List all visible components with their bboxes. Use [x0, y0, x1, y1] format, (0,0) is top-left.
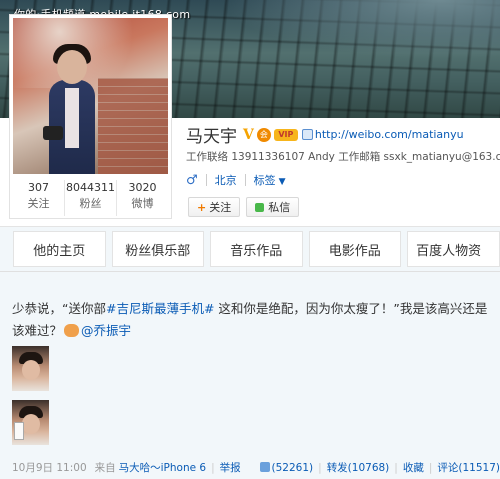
- mention-link[interactable]: @乔振宇: [81, 323, 131, 338]
- member-badge-icon[interactable]: 会: [256, 127, 271, 142]
- like-button[interactable]: (52261): [259, 461, 314, 474]
- location-link[interactable]: 北京: [215, 172, 237, 188]
- follow-button[interactable]: + 关注: [188, 197, 241, 217]
- profile-name: 马天宇: [186, 127, 237, 147]
- stat-posts-label: 微博: [131, 197, 154, 210]
- comment-button[interactable]: 评论(11517): [437, 460, 500, 475]
- tags-label: 标签: [253, 174, 276, 187]
- divider: |: [394, 461, 398, 474]
- profile-contact: 工作联络 13911336107 Andy 工作邮箱 ssxk_matianyu…: [186, 151, 500, 163]
- verified-icon[interactable]: V: [243, 127, 254, 143]
- tab-baidu-profile[interactable]: 百度人物资: [407, 231, 500, 267]
- emoji-icon: [64, 324, 80, 337]
- phone-icon: [14, 422, 24, 440]
- tab-music[interactable]: 音乐作品: [210, 231, 303, 267]
- post-image-thumbnail[interactable]: [12, 346, 49, 391]
- message-button[interactable]: 私信: [246, 197, 300, 217]
- post-source[interactable]: 马大哈～iPhone 6: [119, 460, 206, 475]
- profile-url-link[interactable]: http://weibo.com/matianyu: [315, 128, 464, 141]
- follow-label: 关注: [209, 201, 232, 214]
- profile-header: 马天宇 V 会 VIP http://weibo.com/matianyu: [186, 122, 464, 148]
- divider: [205, 174, 207, 186]
- stat-posts-count: 3020: [128, 181, 157, 194]
- plus-icon: +: [197, 200, 207, 214]
- post-date[interactable]: 10月9日 11:00: [12, 460, 87, 475]
- vip-badge-icon[interactable]: VIP: [273, 128, 298, 141]
- tab-fan-club[interactable]: 粉丝俱乐部: [111, 231, 205, 267]
- stat-followers[interactable]: 8044311 粉丝: [65, 180, 117, 216]
- repost-button[interactable]: 转发(10768): [327, 460, 390, 475]
- stat-followers-label: 粉丝: [79, 197, 102, 210]
- link-icon: [301, 129, 313, 140]
- male-icon: ♂: [186, 172, 198, 188]
- topic-link[interactable]: #吉尼斯最薄手机#: [106, 301, 214, 316]
- tags-dropdown[interactable]: 标签 ▼: [254, 172, 286, 188]
- divider: [244, 174, 246, 186]
- camera-icon: [43, 126, 63, 140]
- message-label: 私信: [268, 201, 291, 214]
- avatar-card: 307 关注 8044311 粉丝 3020 微博: [9, 14, 172, 219]
- post-footer: 10月9日 11:00 来自 马大哈～iPhone 6 | 举报 (52261)…: [12, 460, 500, 475]
- divider: |: [211, 461, 215, 474]
- profile-meta: ♂ 北京 标签 ▼: [186, 172, 294, 188]
- message-icon: [255, 202, 265, 212]
- divider: |: [318, 461, 322, 474]
- stat-following[interactable]: 307 关注: [13, 180, 65, 216]
- stat-following-label: 关注: [27, 197, 50, 210]
- profile-stats: 307 关注 8044311 粉丝 3020 微博: [13, 180, 168, 216]
- post-text-start: 少恭说，“送你部: [12, 301, 106, 316]
- favorite-button[interactable]: 收藏: [403, 460, 424, 475]
- post-image-thumbnail[interactable]: [12, 400, 49, 445]
- report-link[interactable]: 举报: [220, 460, 241, 475]
- profile-actions: + 关注 私信: [188, 197, 305, 217]
- like-count: (52261): [271, 461, 314, 474]
- tab-home[interactable]: 他的主页: [13, 231, 106, 267]
- stat-followers-count: 8044311: [66, 181, 115, 194]
- divider: |: [428, 461, 433, 474]
- thumbs-up-icon: [259, 461, 270, 472]
- post-actions: (52261) | 转发(10768) | 收藏 | 评论(11517): [259, 460, 500, 475]
- avatar[interactable]: [13, 18, 168, 174]
- stat-following-count: 307: [28, 181, 49, 194]
- post-text: 少恭说，“送你部#吉尼斯最薄手机# 这和你是绝配，因为你太瘦了！”我是该高兴还是…: [12, 298, 492, 342]
- caret-down-icon: ▼: [278, 177, 286, 187]
- from-label: 来自: [94, 462, 116, 474]
- stat-posts[interactable]: 3020 微博: [117, 180, 168, 216]
- profile-tabs: 他的主页 粉丝俱乐部 音乐作品 电影作品 百度人物资: [0, 226, 500, 272]
- tab-movies[interactable]: 电影作品: [308, 231, 402, 267]
